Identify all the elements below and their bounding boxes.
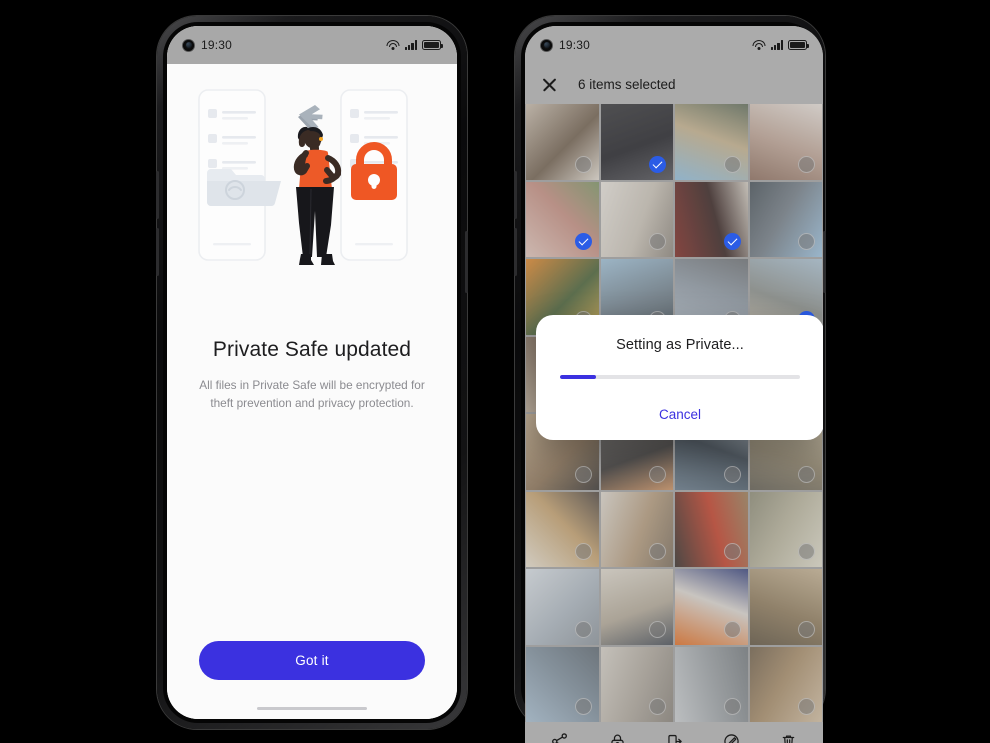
photo-tile[interactable] [749,104,822,180]
status-time: 19:30 [201,38,233,52]
photo-select-circle-icon[interactable] [649,698,666,715]
right-phone-bezel: 19:30 6 items selected SendSet as privat… [521,22,823,743]
power-button[interactable] [823,231,826,293]
status-time: 19:30 [559,38,591,52]
action-move[interactable]: Move [646,731,703,743]
photo-tile[interactable] [526,181,599,257]
cellular-signal-icon [404,40,417,50]
status-bar-left: 19:30 [183,38,232,52]
photo-tile[interactable] [675,104,748,180]
photo-select-circle-icon[interactable] [798,698,815,715]
battery-icon [422,40,443,50]
photo-select-circle-icon[interactable] [798,620,815,638]
cancel-button[interactable]: Cancel [558,401,802,426]
front-camera-icon [541,39,552,51]
dialog-title: Setting as Private... [616,337,744,353]
progress-bar [560,375,800,379]
photo-select-circle-icon[interactable] [798,155,815,173]
photo-selected-check-icon[interactable] [574,233,592,250]
share-icon [550,731,569,743]
photo-select-circle-icon[interactable] [574,698,592,715]
action-create[interactable]: Create [703,731,760,743]
move-icon [665,731,684,743]
left-phone-screen: 19:30 Private Safe updated All files in … [167,26,457,719]
photo-select-circle-icon[interactable] [723,620,741,638]
photo-tile[interactable] [600,491,673,567]
cellular-signal-icon [770,40,783,50]
selection-header: 6 items selected [525,64,823,104]
power-button[interactable] [465,231,468,293]
photo-select-circle-icon[interactable] [649,233,666,250]
setting-private-dialog: Setting as Private... Cancel [536,315,823,440]
left-status-bar: 19:30 [167,26,457,64]
wifi-icon [752,40,766,50]
photo-select-circle-icon[interactable] [574,465,592,483]
photo-select-circle-icon[interactable] [649,465,666,483]
photo-tile[interactable] [600,104,673,180]
photo-tile[interactable] [675,646,748,722]
photo-select-circle-icon[interactable] [798,233,815,250]
create-edit-icon [722,731,741,743]
screenshot-stage: 19:30 Private Safe updated All files in … [0,0,990,743]
action-set-as-private[interactable]: Set as private [588,731,646,743]
lock-icon [608,731,627,743]
volume-down-button[interactable] [156,228,159,276]
photo-select-circle-icon[interactable] [723,465,741,483]
action-send[interactable]: Send [531,731,588,743]
photo-select-circle-icon[interactable] [574,155,592,173]
photo-tile[interactable] [675,569,748,645]
photo-select-circle-icon[interactable] [574,620,592,638]
right-status-bar: 19:30 [525,26,823,64]
selection-count-label: 6 items selected [578,76,676,92]
wifi-icon [386,40,400,50]
got-it-button[interactable]: Got it [199,641,425,680]
front-camera-icon [183,39,194,51]
close-icon[interactable] [541,76,558,93]
home-indicator[interactable] [257,707,367,710]
photo-selected-check-icon[interactable] [723,233,741,250]
photo-selected-check-icon[interactable] [649,155,666,173]
photo-select-circle-icon[interactable] [723,698,741,715]
status-bar-right [752,40,809,50]
right-phone-screen: 19:30 6 items selected SendSet as privat… [525,26,823,743]
onboarding-body: Private Safe updated All files in Privat… [167,64,457,719]
photo-select-circle-icon[interactable] [798,543,815,560]
photo-select-circle-icon[interactable] [649,543,666,560]
progress-bar-fill [560,375,596,379]
photo-tile[interactable] [749,646,822,722]
photo-select-circle-icon[interactable] [723,155,741,173]
photo-tile[interactable] [600,181,673,257]
action-delete[interactable]: Delete [760,731,817,743]
page-title: Private Safe updated [212,338,412,361]
photo-tile[interactable] [600,646,673,722]
photo-tile[interactable] [749,569,822,645]
photo-select-circle-icon[interactable] [574,543,592,560]
volume-down-button[interactable] [514,228,517,276]
private-safe-illustration [191,86,433,282]
action-bar: SendSet as privateMoveCreateDelete [525,722,823,743]
page-description: All files in Private Safe will be encryp… [199,378,425,411]
left-phone-bezel: 19:30 Private Safe updated All files in … [163,22,461,723]
photo-select-circle-icon[interactable] [723,543,741,560]
photo-select-circle-icon[interactable] [649,620,666,638]
photo-tile[interactable] [526,491,599,567]
photo-tile[interactable] [675,181,748,257]
status-bar-left: 19:30 [541,38,590,52]
status-bar-right [386,40,443,50]
volume-up-button[interactable] [514,171,517,219]
photo-tile[interactable] [675,491,748,567]
left-phone-device: 19:30 Private Safe updated All files in … [156,16,468,729]
volume-up-button[interactable] [156,171,159,219]
photo-tile[interactable] [749,491,822,567]
photo-tile[interactable] [600,569,673,645]
photo-tile[interactable] [526,569,599,645]
photo-tile[interactable] [526,646,599,722]
photo-select-circle-icon[interactable] [798,465,815,483]
trash-icon [779,731,798,743]
photo-tile[interactable] [526,104,599,180]
photo-tile[interactable] [749,181,822,257]
battery-icon [788,40,809,50]
right-phone-device: 19:30 6 items selected SendSet as privat… [514,16,826,743]
primary-action-wrap: Got it [167,641,457,680]
